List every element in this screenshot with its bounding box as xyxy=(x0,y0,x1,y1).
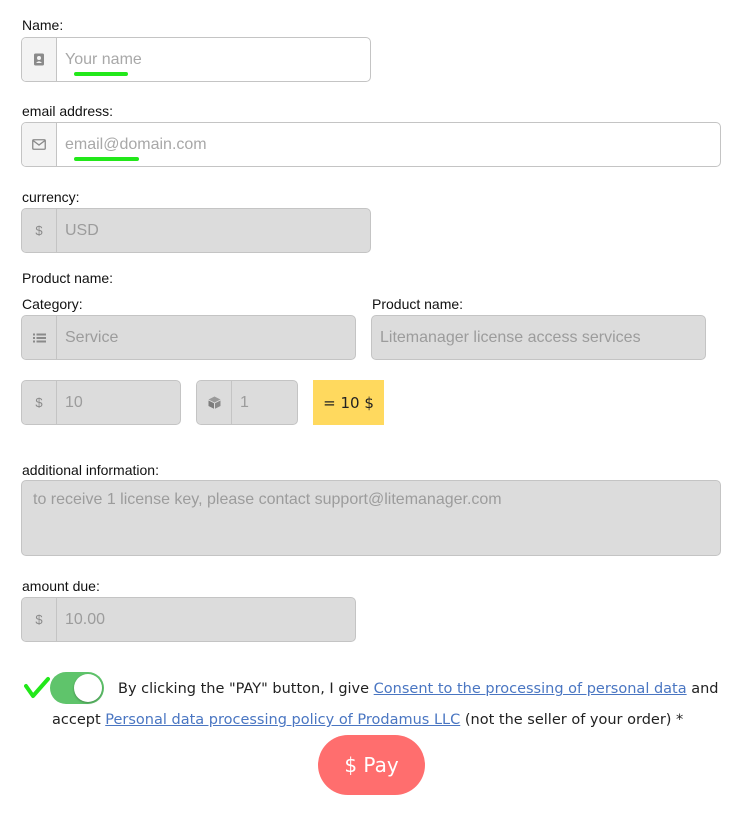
check-annotation-icon xyxy=(24,677,50,698)
category-value: Service xyxy=(65,328,119,346)
currency-label: currency: xyxy=(22,189,80,205)
price-field: $ 10 xyxy=(21,380,181,425)
currency-value: USD xyxy=(65,221,99,239)
quantity-field: 1 xyxy=(196,380,298,425)
category-field: Service xyxy=(21,315,356,360)
price-value: 10 xyxy=(65,393,83,411)
consent-suffix: (not the seller of your order) * xyxy=(460,712,684,728)
total-badge: = 10 $ xyxy=(313,380,384,425)
dollar-icon: $ xyxy=(22,598,57,641)
currency-field: $ USD xyxy=(21,208,371,253)
contact-card-icon xyxy=(22,38,57,81)
amount-due-label: amount due: xyxy=(22,578,100,594)
category-label: Category: xyxy=(22,296,83,312)
email-input[interactable] xyxy=(57,123,720,166)
amount-due-field: $ 10.00 xyxy=(21,597,356,642)
dollar-icon: $ xyxy=(22,209,57,252)
consent-prefix: By clicking the "PAY" button, I give xyxy=(118,681,374,697)
quantity-value: 1 xyxy=(240,393,249,411)
dollar-icon: $ xyxy=(22,381,57,424)
product-name-field: Litemanager license access services xyxy=(371,315,706,360)
list-icon xyxy=(22,316,57,359)
email-label: email address: xyxy=(22,103,114,119)
box-icon xyxy=(197,381,232,424)
name-annotation-underline xyxy=(74,72,128,76)
additional-info-label: additional information: xyxy=(22,462,159,478)
consent-link[interactable]: Consent to the processing of personal da… xyxy=(374,681,687,697)
additional-info-field: to receive 1 license key, please contact… xyxy=(21,480,721,556)
pay-button[interactable]: $ Pay xyxy=(318,735,425,795)
policy-link[interactable]: Personal data processing policy of Proda… xyxy=(105,712,460,728)
product-name-value: Litemanager license access services xyxy=(380,328,641,346)
amount-due-value: 10.00 xyxy=(65,610,106,628)
product-name-label: Product name: xyxy=(372,296,464,312)
product-section-label: Product name: xyxy=(22,270,114,286)
consent-text: By clicking the "PAY" button, I give Con… xyxy=(52,674,742,736)
envelope-icon xyxy=(22,123,57,166)
name-label: Name: xyxy=(22,17,64,33)
email-annotation-underline xyxy=(74,157,139,161)
